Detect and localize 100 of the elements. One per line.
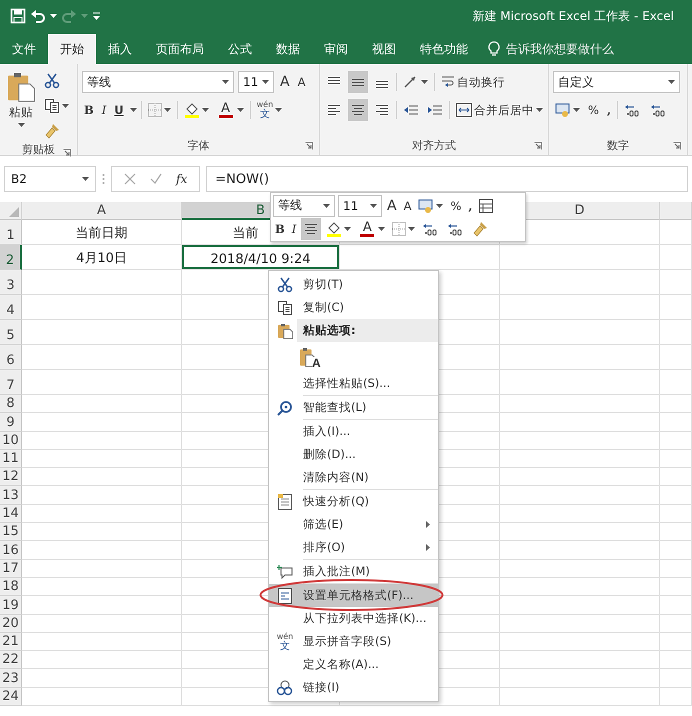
sheet-cell[interactable] [660,432,692,450]
menu-item[interactable]: 插入批注(M) [269,560,438,583]
row-header[interactable]: 14 [0,504,22,524]
menu-item[interactable]: 定义名称(A)... [269,653,438,676]
sheet-cell[interactable]: 4月10日 [22,245,182,270]
row-header[interactable]: 5 [0,320,22,345]
ribbon-tab[interactable]: 开始 [48,34,96,64]
row-header[interactable]: 22 [0,651,22,670]
caret-icon[interactable] [370,204,377,208]
sheet-cell[interactable] [500,596,660,615]
number-format-select[interactable]: 自定义 [553,71,680,93]
sheet-cell[interactable] [500,486,660,505]
caret-icon[interactable] [62,104,69,108]
sheet-cell[interactable] [660,450,692,468]
undo-icon[interactable] [30,8,46,24]
row-header[interactable]: 1 [0,220,22,245]
row-header[interactable]: 11 [0,450,22,468]
menu-item[interactable]: 清除内容(N) [269,466,438,489]
sheet-cell[interactable] [22,486,182,505]
caret-icon[interactable] [82,177,89,181]
table-icon[interactable] [479,198,494,212]
sheet-cell[interactable] [22,523,182,542]
row-header[interactable]: 23 [0,669,22,688]
sheet-cell[interactable] [660,413,692,432]
sheet-cell[interactable] [660,270,692,295]
borders-icon[interactable] [392,222,406,236]
caret-icon[interactable] [344,226,352,230]
sheet-cell[interactable]: 当前日期 [22,220,182,245]
sheet-cell[interactable] [22,560,182,578]
sheet-cell[interactable] [500,560,660,578]
copy-icon[interactable] [277,300,293,316]
ribbon-tab[interactable]: 插入 [96,34,144,64]
sheet-cell[interactable] [660,541,692,560]
sheet-cell[interactable] [660,578,692,596]
sheet-cell[interactable] [500,395,660,414]
ribbon-tab[interactable]: 页面布局 [144,34,216,64]
ribbon-tab[interactable]: 审阅 [312,34,360,64]
menu-item[interactable]: 复制(C) [269,296,438,319]
sheet-cell[interactable] [500,245,660,270]
row-header[interactable]: 7 [0,370,22,395]
sheet-cell[interactable] [22,432,182,450]
sheet-cell[interactable] [500,270,660,295]
menu-item[interactable]: 链接(I) [269,676,438,699]
paste-button[interactable]: 粘贴 [4,70,38,136]
menu-item[interactable]: 设置单元格格式(F)... [269,584,438,607]
center-align-button[interactable] [301,218,322,240]
bold-button[interactable]: B [82,99,96,121]
wrap-text-button[interactable]: 自动换行 [439,71,507,93]
sheet-cell[interactable] [22,345,182,370]
ribbon-tab[interactable]: 数据 [264,34,312,64]
sheet-cell[interactable] [660,632,692,652]
formula-field[interactable]: =NOW() [206,166,688,192]
italic-button[interactable]: I [290,218,298,240]
font-name-select[interactable]: 等线 [82,71,234,93]
sheet-cell[interactable] [22,596,182,615]
caret-icon[interactable] [408,226,416,230]
caret-icon[interactable] [668,80,675,84]
sheet-cell[interactable] [660,245,692,270]
ribbon-tab[interactable]: 公式 [216,34,264,64]
horizontal-align-icon[interactable] [374,103,390,117]
sheet-cell[interactable] [22,395,182,414]
horizontal-align-icon[interactable] [350,103,366,117]
font-size-select[interactable]: 11 [338,194,382,216]
percent-button[interactable]: % [448,194,464,216]
row-header[interactable]: 24 [0,688,22,706]
ribbon-tab[interactable]: 文件 [0,34,48,64]
money-icon[interactable] [418,198,434,212]
column-header[interactable]: A [22,202,182,220]
sheet-cell[interactable] [22,504,182,524]
row-header[interactable]: 15 [0,523,22,542]
sheet-cell[interactable] [500,413,660,432]
sheet-cell[interactable] [500,295,660,320]
center-align-icon[interactable] [303,222,320,236]
caret-icon[interactable] [18,123,24,127]
underline-button[interactable]: U [112,99,126,121]
dialog-launcher-icon[interactable] [534,142,542,150]
sheet-cell[interactable] [660,486,692,505]
name-box[interactable]: B2 [4,166,96,192]
menu-item[interactable]: 选择性粘贴(S)... [269,372,438,395]
row-header[interactable]: 18 [0,578,22,596]
sheet-cell[interactable] [500,432,660,450]
caret-icon[interactable] [573,108,580,112]
sheet-cell[interactable] [22,688,182,706]
caret-icon[interactable] [275,108,282,112]
sheet-cell[interactable] [660,596,692,615]
sheet-cell[interactable] [660,370,692,395]
tell-me-field[interactable]: 告诉我你想要做什么 [504,41,648,57]
menu-item[interactable]: 删除(D)... [269,443,438,466]
decrease-indent-icon[interactable] [403,103,419,117]
phonetic-button[interactable]: wén 文 [254,99,284,121]
row-header[interactable]: 9 [0,413,22,432]
row-header[interactable]: 20 [0,614,22,633]
sheet-cell[interactable] [660,669,692,688]
caret-icon[interactable] [50,14,57,18]
sheet-cell[interactable] [22,450,182,468]
increase-indent-icon[interactable] [427,103,443,117]
sheet-cell[interactable] [500,632,660,652]
row-header[interactable]: 13 [0,486,22,505]
sheet-cell[interactable] [22,651,182,670]
sheet-cell[interactable] [500,468,660,486]
